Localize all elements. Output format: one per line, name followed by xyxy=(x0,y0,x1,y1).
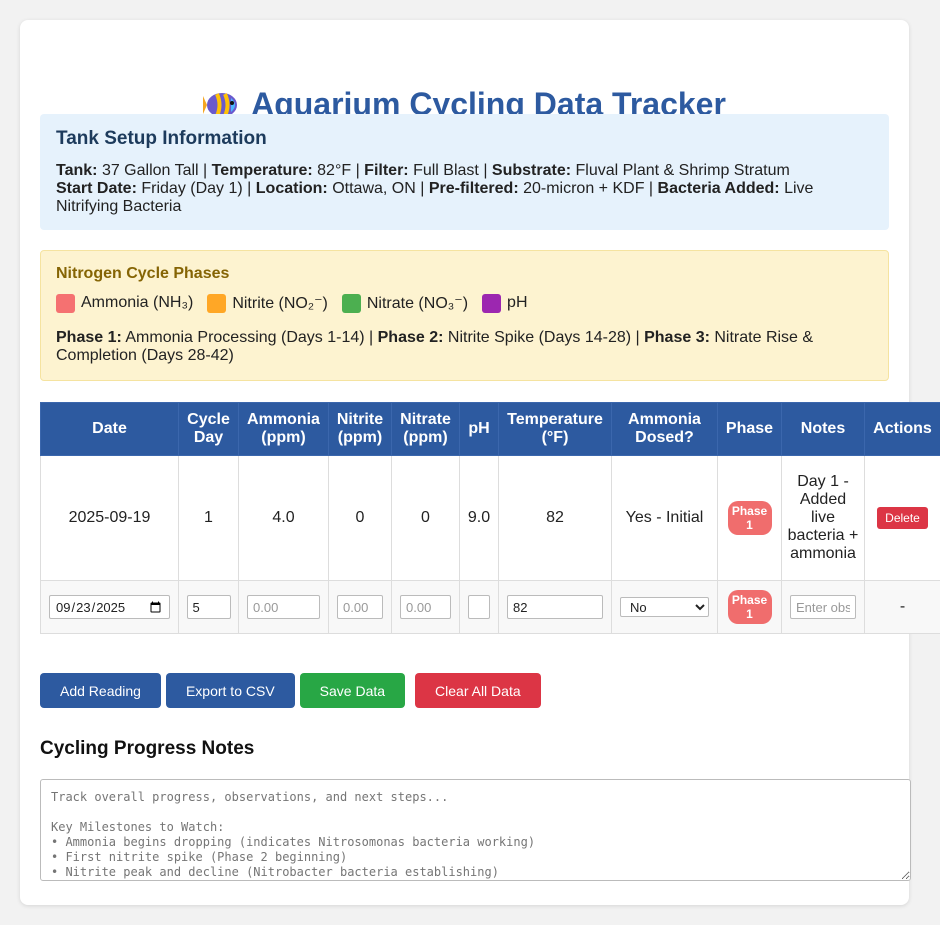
legend-ph: pH xyxy=(482,293,528,313)
phase2-label: Phase 2: xyxy=(377,329,444,346)
tank-label: Tank: xyxy=(56,162,98,179)
substrate-label: Substrate: xyxy=(491,162,572,179)
cell-notes: Day 1 - Added live bacteria + ammonia xyxy=(781,455,865,581)
readings-table: Date Cycle Day Ammonia (ppm) Nitrite (pp… xyxy=(40,402,940,634)
phase1-label: Phase 1: xyxy=(56,329,122,346)
cell-ph: 9.0 xyxy=(459,455,499,581)
input-cell-dosed: No xyxy=(611,580,718,634)
input-cell-phase: Phase 1 xyxy=(717,580,782,634)
action-buttons: Add Reading Export to CSV Save Data Clea… xyxy=(40,673,541,708)
date-input[interactable] xyxy=(49,595,170,619)
temperature-input[interactable] xyxy=(507,595,603,619)
input-cell-actions: - xyxy=(864,580,940,634)
input-cell-date xyxy=(40,580,179,634)
prefilter-label: Pre-filtered: xyxy=(428,180,519,197)
save-data-button[interactable]: Save Data xyxy=(299,673,406,708)
col-nitrate[interactable]: Nitrate (ppm) xyxy=(391,402,460,456)
cell-nitrate: 0 xyxy=(391,455,460,581)
col-ammonia-dosed[interactable]: Ammonia Dosed? xyxy=(611,402,718,456)
cell-ammonia: 4.0 xyxy=(238,455,329,581)
nitrite-swatch xyxy=(207,293,227,313)
progress-notes-heading: Cycling Progress Notes xyxy=(40,738,255,759)
clear-all-button[interactable]: Clear All Data xyxy=(415,673,541,708)
nitrite-input[interactable] xyxy=(337,595,383,619)
temperature-value: 82°F xyxy=(317,162,352,179)
nitrogen-cycle-panel: Nitrogen Cycle Phases Ammonia (NH₃) Nitr… xyxy=(40,250,889,381)
start-date-value: Friday (Day 1) xyxy=(141,180,243,197)
progress-notes-textarea[interactable] xyxy=(40,779,911,881)
filter-value: Full Blast xyxy=(413,162,479,179)
tank-value: 37 Gallon Tall xyxy=(101,162,199,179)
legend-ammonia: Ammonia (NH₃) xyxy=(56,293,194,313)
input-cell-ammonia xyxy=(238,580,329,634)
input-cell-nitrite xyxy=(328,580,392,634)
input-cell-day xyxy=(178,580,239,634)
export-csv-button[interactable]: Export to CSV xyxy=(165,673,295,708)
phase-badge: Phase 1 xyxy=(727,590,772,624)
setup-details: Tank: 37 Gallon Tall | Temperature: 82°F… xyxy=(56,162,814,215)
substrate-value: Fluval Plant & Shrimp Stratum xyxy=(575,162,790,179)
add-reading-button[interactable]: Add Reading xyxy=(40,673,161,708)
nitrate-swatch xyxy=(341,293,361,313)
ph-swatch xyxy=(482,293,502,313)
filter-label: Filter: xyxy=(364,162,409,179)
col-date[interactable]: Date xyxy=(40,402,179,456)
cycle-day-input[interactable] xyxy=(186,595,231,619)
cell-dosed: Yes - Initial xyxy=(611,455,718,581)
cell-nitrite: 0 xyxy=(328,455,392,581)
legend-nitrite: Nitrite (NO₂⁻) xyxy=(207,293,328,313)
delete-button[interactable]: Delete xyxy=(877,507,928,529)
table-header-row: Date Cycle Day Ammonia (ppm) Nitrite (pp… xyxy=(40,402,940,456)
prefilter-value: 20-micron + KDF xyxy=(523,180,645,197)
location-value: Ottawa, ON xyxy=(332,180,416,197)
col-ammonia[interactable]: Ammonia (ppm) xyxy=(238,402,329,456)
cell-actions: Delete xyxy=(864,455,940,581)
legend-label: Ammonia (NH₃) xyxy=(81,294,194,311)
col-phase[interactable]: Phase xyxy=(717,402,782,456)
cell-date: 2025-09-19 xyxy=(40,455,179,581)
col-notes[interactable]: Notes xyxy=(781,402,865,456)
col-ph[interactable]: pH xyxy=(459,402,499,456)
legend-label: pH xyxy=(507,294,528,311)
nitrate-input[interactable] xyxy=(400,595,451,619)
cell-day: 1 xyxy=(178,455,239,581)
table-row: 2025-09-19 1 4.0 0 0 9.0 82 Yes - Initia… xyxy=(40,455,940,581)
phase-descriptions: Phase 1: Ammonia Processing (Days 1-14) … xyxy=(56,329,814,364)
bacteria-label: Bacteria Added: xyxy=(657,180,780,197)
ammonia-swatch xyxy=(56,293,75,313)
location-label: Location: xyxy=(255,180,328,197)
col-temperature[interactable]: Temperature (°F) xyxy=(498,402,612,456)
ammonia-dosed-select[interactable]: No xyxy=(620,597,709,617)
input-cell-ph xyxy=(459,580,499,634)
legend: Ammonia (NH₃) Nitrite (NO₂⁻) Nitrate (NO… xyxy=(56,293,873,313)
ammonia-input[interactable] xyxy=(247,595,320,619)
notes-input[interactable] xyxy=(790,595,856,619)
phase1-text: Ammonia Processing (Days 1-14) xyxy=(125,329,365,346)
input-cell-nitrate xyxy=(391,580,460,634)
new-reading-row: No Phase 1 - xyxy=(40,580,940,634)
cell-phase: Phase 1 xyxy=(717,455,782,581)
col-cycle-day[interactable]: Cycle Day xyxy=(178,402,239,456)
cell-temperature: 82 xyxy=(498,455,612,581)
legend-nitrate: Nitrate (NO₃⁻) xyxy=(341,293,469,313)
start-date-label: Start Date: xyxy=(56,180,137,197)
phase-badge: Phase 1 xyxy=(727,501,772,535)
col-nitrite[interactable]: Nitrite (ppm) xyxy=(328,402,392,456)
phases-heading: Nitrogen Cycle Phases xyxy=(56,265,230,282)
temperature-label: Temperature: xyxy=(211,162,313,179)
phase3-label: Phase 3: xyxy=(644,329,710,346)
input-cell-temperature xyxy=(498,580,612,634)
phase2-text: Nitrite Spike (Days 14-28) xyxy=(447,329,632,346)
col-actions[interactable]: Actions xyxy=(864,402,940,456)
setup-heading: Tank Setup Information xyxy=(56,128,267,149)
legend-label: Nitrate (NO₃⁻) xyxy=(366,295,469,312)
legend-label: Nitrite (NO₂⁻) xyxy=(232,295,328,312)
ph-input[interactable] xyxy=(468,595,490,619)
tank-setup-panel: Tank Setup Information Tank: 37 Gallon T… xyxy=(40,114,889,230)
input-cell-notes xyxy=(781,580,865,634)
